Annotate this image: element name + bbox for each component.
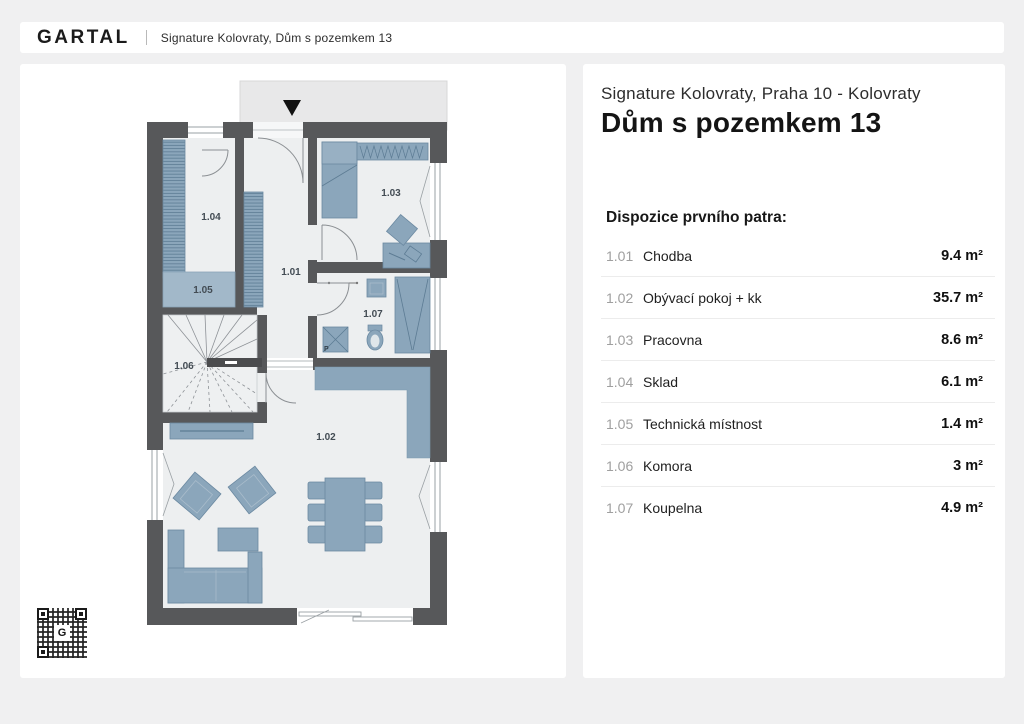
- room-name: Koupelna: [643, 500, 941, 516]
- room-label-104: 1.04: [201, 212, 221, 223]
- header-bar: GARTAL Signature Kolovraty, Dům s pozemk…: [20, 22, 1004, 53]
- dining-table: [325, 478, 365, 551]
- room-label-101: 1.01: [281, 267, 301, 278]
- gartal-logo[interactable]: GARTAL: [37, 27, 130, 49]
- header-separator: [146, 30, 147, 45]
- qr-code: G: [37, 608, 87, 658]
- info-card: Signature Kolovraty, Praha 10 - Kolovrat…: [583, 64, 1005, 678]
- room-area: 8.6 m²: [941, 332, 983, 348]
- room-row: 1.04 Sklad 6.1 m²: [601, 361, 995, 403]
- qr-finder-icon: [37, 646, 49, 658]
- room-code: 1.01: [606, 248, 643, 264]
- room-code: 1.06: [606, 458, 643, 474]
- room-name: Komora: [643, 458, 953, 474]
- room-area: 6.1 m²: [941, 374, 983, 390]
- room-label-103: 1.03: [381, 188, 401, 199]
- shower: [395, 277, 430, 353]
- room-row: 1.05 Technická místnost 1.4 m²: [601, 403, 995, 445]
- room-row: 1.02 Obývací pokoj + kk 35.7 m²: [601, 277, 995, 319]
- coffee-table: [218, 528, 258, 551]
- room-row: 1.01 Chodba 9.4 m²: [601, 235, 995, 277]
- room-row: 1.07 Koupelna 4.9 m²: [601, 487, 995, 528]
- section-heading: Dispozice prvního patra:: [606, 209, 995, 227]
- dining-set: [308, 478, 382, 551]
- room-name: Obývací pokoj + kk: [643, 290, 933, 306]
- room-list: 1.01 Chodba 9.4 m² 1.02 Obývací pokoj + …: [601, 235, 995, 528]
- washer-label: P: [324, 346, 329, 353]
- qr-finder-icon: [37, 608, 49, 620]
- sideboard: [170, 423, 253, 439]
- room-code: 1.03: [606, 332, 643, 348]
- floor-plan-card: P: [20, 64, 566, 678]
- room-row: 1.03 Pracovna 8.6 m²: [601, 319, 995, 361]
- room-area: 9.4 m²: [941, 248, 983, 264]
- room-code: 1.02: [606, 290, 643, 306]
- room-code: 1.07: [606, 500, 643, 516]
- floor-plan: P: [20, 64, 566, 678]
- room-name: Pracovna: [643, 332, 941, 348]
- qr-logo-letter: G: [54, 625, 70, 641]
- room-code: 1.04: [606, 374, 643, 390]
- qr-finder-icon: [75, 608, 87, 620]
- room-area: 4.9 m²: [941, 500, 983, 516]
- room-name: Sklad: [643, 374, 941, 390]
- room-label-106: 1.06: [174, 361, 194, 372]
- page-title: Dům s pozemkem 13: [601, 107, 995, 139]
- room-name: Technická místnost: [643, 416, 941, 432]
- project-subtitle: Signature Kolovraty, Praha 10 - Kolovrat…: [601, 84, 995, 104]
- room-area: 3 m²: [953, 458, 983, 474]
- room-area: 1.4 m²: [941, 416, 983, 432]
- room-label-105: 1.05: [193, 285, 213, 296]
- room-code: 1.05: [606, 416, 643, 432]
- room-row: 1.06 Komora 3 m²: [601, 445, 995, 487]
- room-label-107: 1.07: [363, 309, 383, 320]
- room-area: 35.7 m²: [933, 290, 983, 306]
- page: GARTAL Signature Kolovraty, Dům s pozemk…: [0, 0, 1024, 724]
- room-name: Chodba: [643, 248, 941, 264]
- room-label-102: 1.02: [316, 432, 336, 443]
- breadcrumb: Signature Kolovraty, Dům s pozemkem 13: [161, 31, 392, 45]
